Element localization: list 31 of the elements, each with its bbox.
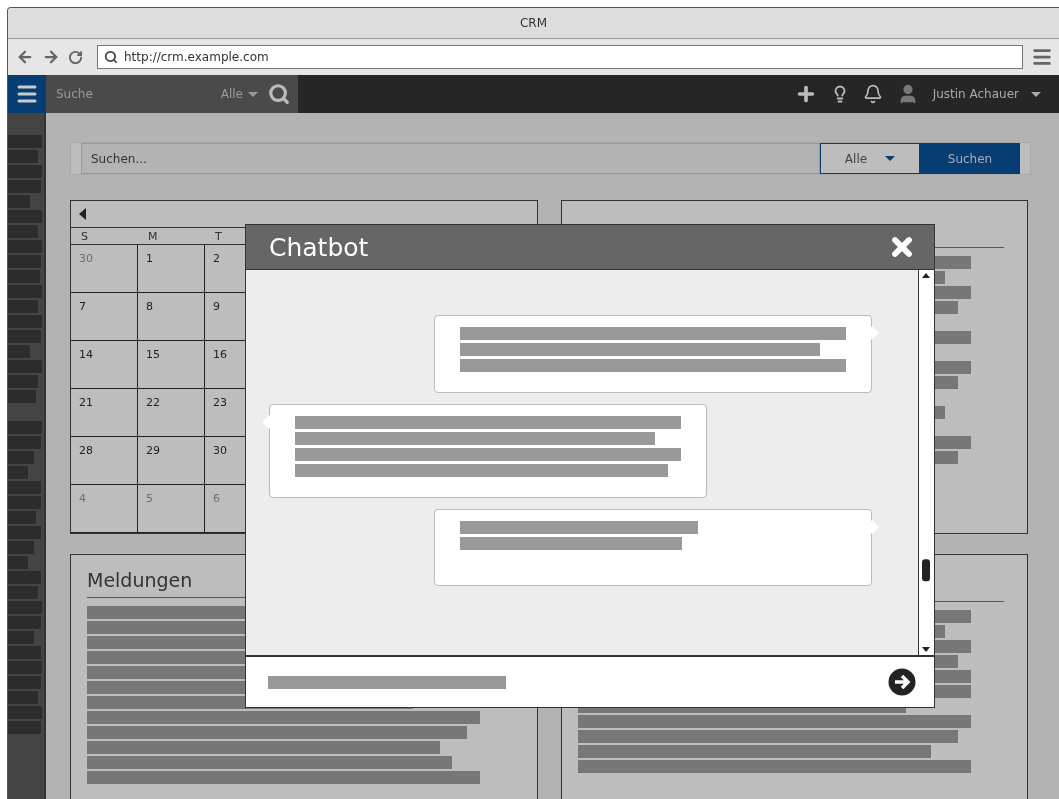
calendar-day[interactable]: 28 [71, 437, 138, 485]
window-title: CRM [519, 16, 548, 30]
bell-icon[interactable] [862, 84, 883, 104]
address-field[interactable]: http://crm.example.com [97, 45, 1023, 69]
previous-month-button[interactable] [79, 208, 86, 220]
calendar-day[interactable]: 29 [138, 437, 205, 485]
weekday-label: S [71, 228, 138, 245]
menu-icon[interactable] [8, 75, 46, 113]
search-field[interactable]: Suchen... [81, 143, 820, 174]
menu-icon[interactable] [1031, 46, 1053, 68]
calendar-day[interactable]: 8 [138, 293, 205, 341]
search-icon[interactable] [268, 83, 290, 105]
search-button[interactable]: Suchen [920, 143, 1020, 174]
calendar-day[interactable]: 14 [71, 341, 138, 389]
search-label: Suche [56, 87, 94, 101]
message-input-field[interactable] [246, 655, 934, 707]
calendar-day[interactable]: 7 [71, 293, 138, 341]
back-arrow-icon[interactable] [16, 48, 34, 66]
scrollbar[interactable] [918, 270, 934, 655]
calendar-day[interactable]: 15 [138, 341, 205, 389]
calendar-day[interactable]: 1 [138, 245, 205, 293]
reload-icon[interactable] [68, 49, 83, 65]
weekday-label: M [138, 228, 205, 245]
forward-arrow-icon[interactable] [42, 48, 60, 66]
user-menu[interactable]: Justin Achauer [932, 87, 1041, 101]
search-icon [104, 50, 118, 64]
send-arrow-icon[interactable] [888, 668, 916, 696]
scope-dropdown[interactable]: Alle [820, 143, 920, 174]
calendar-day[interactable]: 21 [71, 389, 138, 437]
calendar-day[interactable]: 22 [138, 389, 205, 437]
dialog-title: Chatbot [269, 232, 369, 262]
